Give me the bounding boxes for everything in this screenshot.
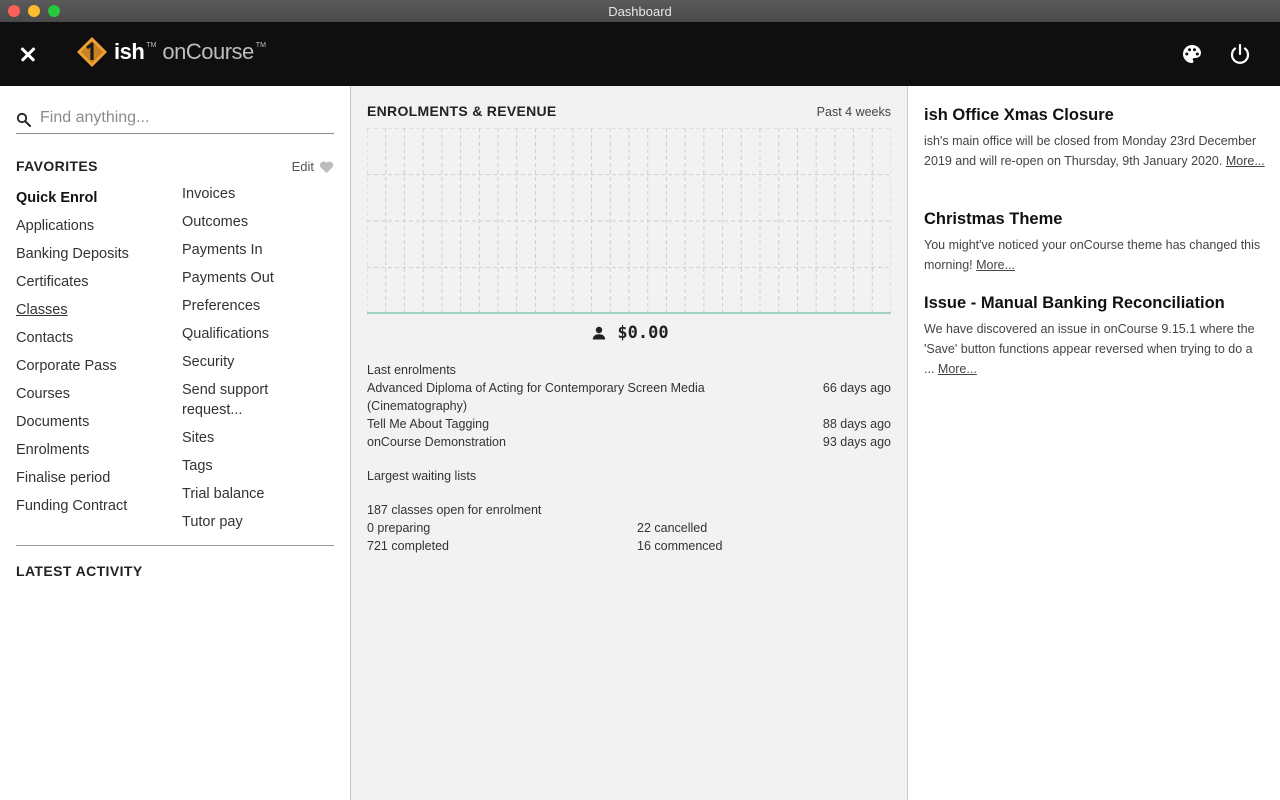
enrolment-name: Advanced Diploma of Acting for Contempor… <box>367 381 705 413</box>
sidebar: FAVORITES Edit Quick Enrol Applications Ba… <box>0 86 350 800</box>
enrolments-revenue-panel: ENROLMENTS & REVENUE Past 4 weeks $0.00 … <box>350 86 908 800</box>
favorites-column-2: Invoices Outcomes Payments In Payments Out P… <box>182 184 332 540</box>
search-input[interactable] <box>40 106 330 130</box>
favorites-header: FAVORITES Edit <box>16 158 334 178</box>
revenue-amount: $0.00 <box>617 323 669 343</box>
favorite-item-send-support-request[interactable]: Send support request... <box>182 380 332 420</box>
favorite-item-quick-enrol[interactable]: Quick Enrol <box>16 188 176 208</box>
favorite-item-tutor-pay[interactable]: Tutor pay <box>182 512 332 532</box>
favorite-item-preferences[interactable]: Preferences <box>182 296 332 316</box>
completed-count: 721 completed <box>367 539 450 553</box>
favorite-item-trial-balance[interactable]: Trial balance <box>182 484 332 504</box>
search-bar <box>16 106 334 134</box>
favorite-item-qualifications[interactable]: Qualifications <box>182 324 332 344</box>
news-panel: ish Office Xmas Closure ish's main offic… <box>908 86 1280 800</box>
enrolment-name: Tell Me About Tagging <box>367 417 490 431</box>
favorite-item-payments-in[interactable]: Payments In <box>182 240 332 260</box>
news-text: ish's main office will be closed from Mo… <box>924 134 1257 168</box>
person-icon <box>593 326 606 340</box>
window-zoom-button[interactable] <box>48 5 60 17</box>
app-logo: ish TM onCourse TM <box>76 36 266 68</box>
favorite-item-enrolments[interactable]: Enrolments <box>16 440 176 460</box>
enrolment-name: onCourse Demonstration <box>367 435 506 449</box>
favorite-item-funding-contract[interactable]: Funding Contract <box>16 496 176 516</box>
favorite-item-banking-deposits[interactable]: Banking Deposits <box>16 244 176 264</box>
news-more-link[interactable]: More... <box>1226 154 1265 168</box>
search-icon <box>16 112 31 127</box>
favorite-item-tags[interactable]: Tags <box>182 456 332 476</box>
favorite-item-corporate-pass[interactable]: Corporate Pass <box>16 356 176 376</box>
commenced-count: 16 commenced <box>637 539 723 553</box>
favorite-item-courses[interactable]: Courses <box>16 384 176 404</box>
favorite-item-invoices[interactable]: Invoices <box>182 184 332 204</box>
logo-tm-mark: TM <box>146 42 157 49</box>
enrolment-time: 93 days ago <box>822 435 891 449</box>
sidebar-divider <box>16 545 334 546</box>
palette-icon[interactable] <box>1180 42 1204 66</box>
latest-activity-title: LATEST ACTIVITY <box>16 563 143 579</box>
window-title: Dashboard <box>608 3 672 19</box>
cancelled-count: 22 cancelled <box>637 521 708 535</box>
window-titlebar: Dashboard <box>0 0 1280 22</box>
enrolment-time: 66 days ago <box>822 381 891 395</box>
news-body: You might've noticed your onCourse theme… <box>924 235 1266 275</box>
favorite-item-outcomes[interactable]: Outcomes <box>182 212 332 232</box>
logo-primary-text: ish <box>114 39 145 64</box>
enrolment-time: 88 days ago <box>822 417 891 431</box>
enrolment-row[interactable]: Tell Me About Tagging 88 days ago <box>367 415 891 433</box>
news-title: ish Office Xmas Closure <box>924 106 1114 124</box>
classes-open-count: 187 classes open for enrolment <box>367 503 542 517</box>
window-close-button[interactable] <box>8 5 20 17</box>
news-body: ish's main office will be closed from Mo… <box>924 131 1266 171</box>
enrolment-row[interactable]: Advanced Diploma of Acting for Contempor… <box>367 379 891 415</box>
favorite-item-certificates[interactable]: Certificates <box>16 272 176 292</box>
revenue-chart <box>367 128 891 314</box>
logo-secondary-text: onCourse <box>162 39 254 64</box>
favorite-item-payments-out[interactable]: Payments Out <box>182 268 332 288</box>
favorite-item-finalise-period[interactable]: Finalise period <box>16 468 176 488</box>
favorites-edit-button[interactable]: Edit <box>292 159 334 174</box>
power-icon[interactable] <box>1228 42 1252 66</box>
favorite-item-classes[interactable]: Classes <box>16 300 176 320</box>
news-item: Issue - Manual Banking Reconciliation We… <box>924 292 1266 379</box>
revenue-summary: $0.00 <box>351 323 909 343</box>
news-more-link[interactable]: More... <box>938 362 977 376</box>
window-controls <box>8 5 60 17</box>
news-item: ish Office Xmas Closure ish's main offic… <box>924 104 1266 171</box>
news-title: Christmas Theme <box>924 210 1063 228</box>
news-more-link[interactable]: More... <box>976 258 1015 272</box>
app-header: ish TM onCourse TM <box>0 22 1280 86</box>
last-enrolments-label: Last enrolments <box>367 363 456 377</box>
news-title: Issue - Manual Banking Reconciliation <box>924 294 1225 312</box>
news-item: Christmas Theme You might've noticed you… <box>924 208 1266 275</box>
preparing-count: 0 preparing <box>367 521 431 535</box>
ish-logo-icon <box>77 37 107 67</box>
period-selector[interactable]: Past 4 weeks <box>817 105 891 119</box>
close-icon[interactable] <box>16 42 40 66</box>
favorite-item-contacts[interactable]: Contacts <box>16 328 176 348</box>
favorite-item-documents[interactable]: Documents <box>16 412 176 432</box>
favorite-item-applications[interactable]: Applications <box>16 216 176 236</box>
enrolment-row[interactable]: onCourse Demonstration 93 days ago <box>367 433 891 451</box>
favorite-item-sites[interactable]: Sites <box>182 428 332 448</box>
news-body: We have discovered an issue in onCourse … <box>924 319 1266 379</box>
favorites-title: FAVORITES <box>16 158 98 174</box>
favorites-edit-label: Edit <box>291 159 314 174</box>
logo-tm-mark-2: TM <box>255 42 266 49</box>
panel-title: ENROLMENTS & REVENUE <box>367 103 557 119</box>
news-text: You might've noticed your onCourse theme… <box>924 238 1261 272</box>
heart-icon <box>319 160 334 173</box>
favorite-item-security[interactable]: Security <box>182 352 332 372</box>
waiting-lists-label: Largest waiting lists <box>367 469 477 483</box>
window-minimize-button[interactable] <box>28 5 40 17</box>
favorites-column-1: Quick Enrol Applications Banking Deposits C… <box>16 188 176 524</box>
